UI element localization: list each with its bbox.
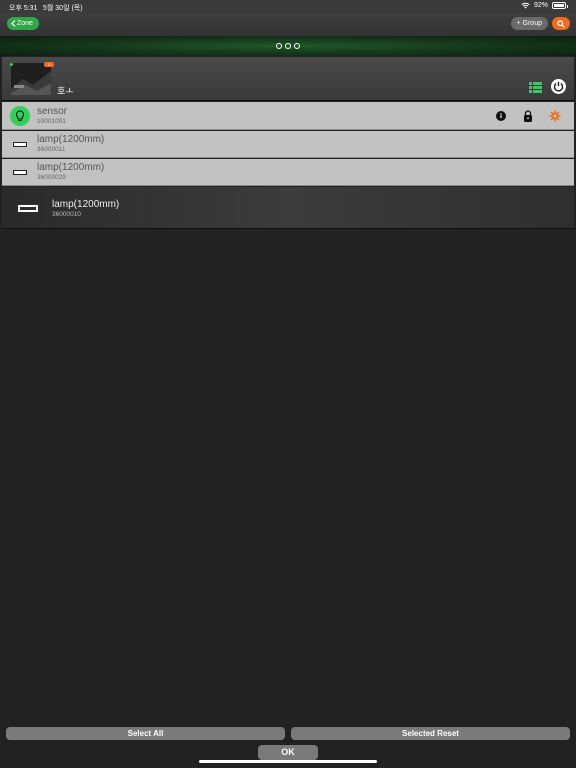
list-view-icon[interactable]: [529, 82, 542, 93]
battery-icon: [552, 2, 568, 9]
zone-header[interactable]: 1 호ㅗ: [2, 57, 574, 101]
back-zone-label: Zone: [17, 20, 33, 27]
online-dot: [10, 63, 13, 66]
device-serial: 10001001: [37, 118, 66, 125]
page-dot[interactable]: [294, 43, 300, 49]
device-row-lamp-selected[interactable]: lamp(1200mm) 36000010: [2, 187, 574, 229]
info-icon[interactable]: i: [496, 111, 506, 121]
status-time: 오후 5:31: [9, 5, 38, 12]
device-name: lamp(1200mm): [52, 199, 120, 210]
device-row-lamp[interactable]: lamp(1200mm) 36000011: [2, 131, 574, 158]
zone-badge: 1: [44, 62, 54, 67]
lock-icon[interactable]: [523, 110, 533, 122]
sensor-status-icon: [10, 106, 30, 126]
power-button[interactable]: [551, 79, 566, 94]
status-bar: 오후 5:31 5월 30일 (목) 92%: [0, 0, 576, 13]
selected-reset-button[interactable]: Selected Reset: [291, 727, 570, 740]
device-serial: 36000011: [37, 146, 66, 153]
page-dot[interactable]: [276, 43, 282, 49]
status-right: 92%: [521, 2, 568, 9]
device-name: lamp(1200mm): [37, 162, 105, 173]
add-group-button[interactable]: + Group: [510, 17, 548, 30]
select-all-button[interactable]: Select All: [6, 727, 285, 740]
page-dot[interactable]: [285, 43, 291, 49]
device-serial: 36000010: [52, 211, 81, 218]
battery-percent: 92%: [533, 2, 548, 9]
chevron-left-icon: [11, 20, 16, 27]
add-group-label: + Group: [516, 20, 543, 27]
lamp-icon: [18, 205, 38, 212]
home-indicator[interactable]: [199, 760, 377, 763]
battery-fill: [554, 4, 564, 7]
back-zone-button[interactable]: Zone: [7, 17, 39, 30]
device-row-lamp[interactable]: lamp(1200mm) 36000029: [2, 159, 574, 186]
search-button[interactable]: [552, 17, 570, 30]
zone-name: 호ㅗ: [57, 86, 74, 96]
page-dots: [276, 43, 300, 49]
device-serial: 36000029: [37, 174, 66, 181]
device-name: sensor: [37, 106, 68, 117]
page-indicator-banner: [0, 36, 576, 56]
app-root: 오후 5:31 5월 30일 (목) 92% Zone + Group 1 호ㅗ…: [0, 0, 576, 768]
wifi-icon: [521, 2, 530, 9]
nav-bar: Zone + Group: [0, 13, 576, 36]
device-row-sensor[interactable]: sensor 10001001 i: [2, 102, 574, 130]
image-placeholder-icon: [11, 63, 51, 95]
device-name: lamp(1200mm): [37, 134, 105, 145]
lamp-icon: [13, 142, 27, 147]
ok-button[interactable]: OK: [258, 745, 318, 760]
gear-icon[interactable]: [549, 110, 561, 122]
power-icon: [553, 81, 564, 92]
lamp-icon: [13, 170, 27, 175]
lightbulb-icon: [16, 110, 24, 122]
zone-thumbnail: [11, 63, 51, 95]
search-icon: [557, 19, 565, 28]
status-date: 5월 30일 (목): [43, 5, 83, 12]
